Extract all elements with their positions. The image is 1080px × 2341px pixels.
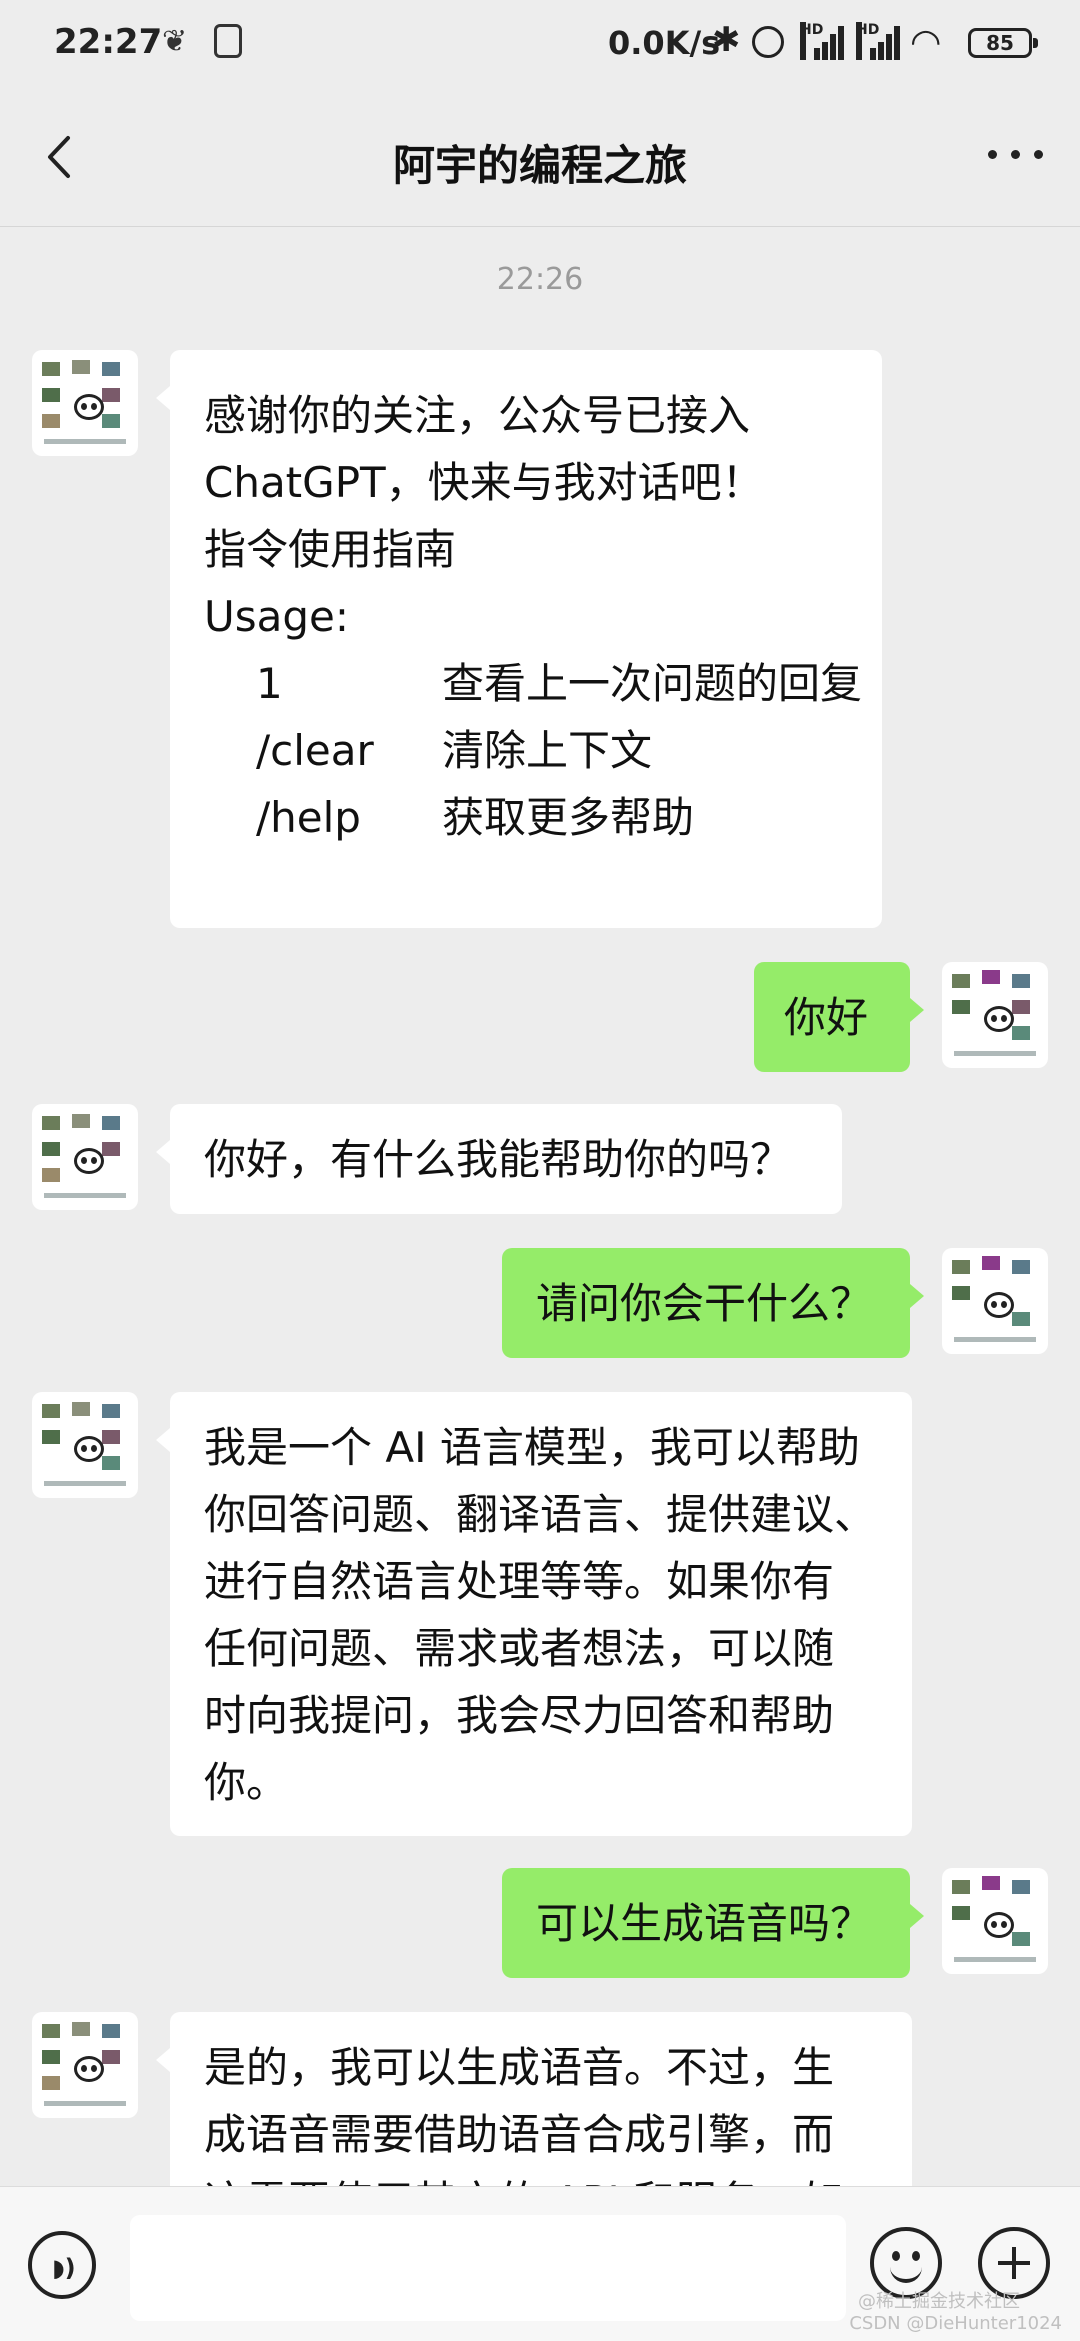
reply-line: 时向我提问，我会尽力回答和帮助 (204, 1691, 835, 1740)
bot-avatar[interactable] (32, 1392, 138, 1498)
reply-line: 你回答问题、翻译语言、提供建议、 (204, 1490, 877, 1539)
app-notification-icon (214, 24, 242, 58)
alarm-icon (752, 26, 784, 58)
chat-header: 阿宇的编程之旅 (0, 92, 1080, 227)
sent-message-voice: 可以生成语音吗？ (502, 1868, 924, 1978)
signal-1-icon: HD (800, 22, 846, 60)
usage-description: 查看上一次问题的回复 (442, 659, 863, 708)
network-speed: 0.0K/s (608, 24, 721, 62)
sent-message-ask: 请问你会干什么？ (502, 1248, 924, 1358)
status-time: 22:27 (54, 22, 163, 62)
welcome-line: 感谢你的关注，公众号已接入 (204, 391, 751, 440)
watermark-csdn: CSDN @DieHunter1024 (849, 2313, 1062, 2334)
usage-description: 获取更多帮助 (442, 793, 695, 842)
reply-line: 是的，我可以生成语音。不过，生 (204, 2043, 835, 2092)
reply-message-capabilities: 我是一个 AI 语言模型，我可以帮助 你回答问题、翻译语言、提供建议、 进行自然… (156, 1392, 912, 1836)
usage-description: 清除上下文 (442, 726, 653, 775)
usage-row: 1 查看上一次问题的回复 (204, 650, 862, 717)
watermark-juejin: @稀土掘金技术社区 (858, 2291, 1020, 2312)
message-timestamp: 22:26 (496, 262, 584, 297)
signal-2-icon: HD (856, 22, 902, 60)
message-input[interactable] (130, 2215, 846, 2321)
reply-line: 任何问题、需求或者想法，可以随 (204, 1624, 835, 1673)
input-bar: ◗) @稀土掘金技术社区 CSDN @DieHunter1024 (0, 2186, 1080, 2341)
status-bar: 22:27 ❦ 0.0K/s ✱ HD HD ◠ 85 (0, 0, 1080, 92)
user-avatar[interactable] (942, 1868, 1048, 1974)
reply-line: 进行自然语言处理等等。如果你有 (204, 1557, 835, 1606)
leaf-icon: ❦ (162, 24, 188, 59)
reply-line: 你。 (204, 1758, 289, 1807)
bot-avatar[interactable] (32, 2012, 138, 2118)
usage-command: /clear (256, 726, 374, 775)
voice-wave-icon: ◗) (52, 2254, 76, 2282)
reply-message-text: 你好，有什么我能帮助你的吗？ (204, 1135, 793, 1184)
sent-message-hello: 你好 (754, 962, 924, 1072)
welcome-line: 指令使用指南 (204, 525, 457, 574)
user-avatar[interactable] (942, 1248, 1048, 1354)
welcome-line: ChatGPT，快来与我对话吧！ (204, 458, 764, 507)
usage-command: /help (256, 793, 361, 842)
bluetooth-icon: ✱ (712, 20, 741, 60)
usage-row: /help 获取更多帮助 (204, 784, 848, 851)
sent-message-text: 请问你会干什么？ (536, 1279, 873, 1328)
reply-line: 成语音需要借助语音合成引擎，而 (204, 2110, 835, 2159)
voice-input-button[interactable]: ◗) (28, 2231, 96, 2299)
chat-title: 阿宇的编程之旅 (392, 141, 687, 190)
wifi-icon: ◠ (910, 22, 942, 63)
reply-message-hello: 你好，有什么我能帮助你的吗？ (156, 1104, 842, 1214)
welcome-line: Usage: (204, 592, 350, 641)
user-avatar[interactable] (942, 962, 1048, 1068)
bot-avatar[interactable] (32, 1104, 138, 1210)
usage-row: /clear 清除上下文 (204, 717, 848, 784)
reply-line: 我是一个 AI 语言模型，我可以帮助 (204, 1423, 860, 1472)
sent-message-text: 你好 (784, 993, 869, 1042)
hd-label-2: HD (856, 22, 879, 60)
bot-avatar[interactable] (32, 350, 138, 456)
sent-message-text: 可以生成语音吗？ (536, 1899, 873, 1948)
battery-indicator: 85 (968, 28, 1038, 58)
usage-command: 1 (256, 659, 283, 708)
hd-label: HD (800, 22, 823, 60)
more-options-icon[interactable] (988, 144, 1044, 164)
welcome-message: 感谢你的关注，公众号已接入 ChatGPT，快来与我对话吧！ 指令使用指南 Us… (156, 350, 882, 928)
